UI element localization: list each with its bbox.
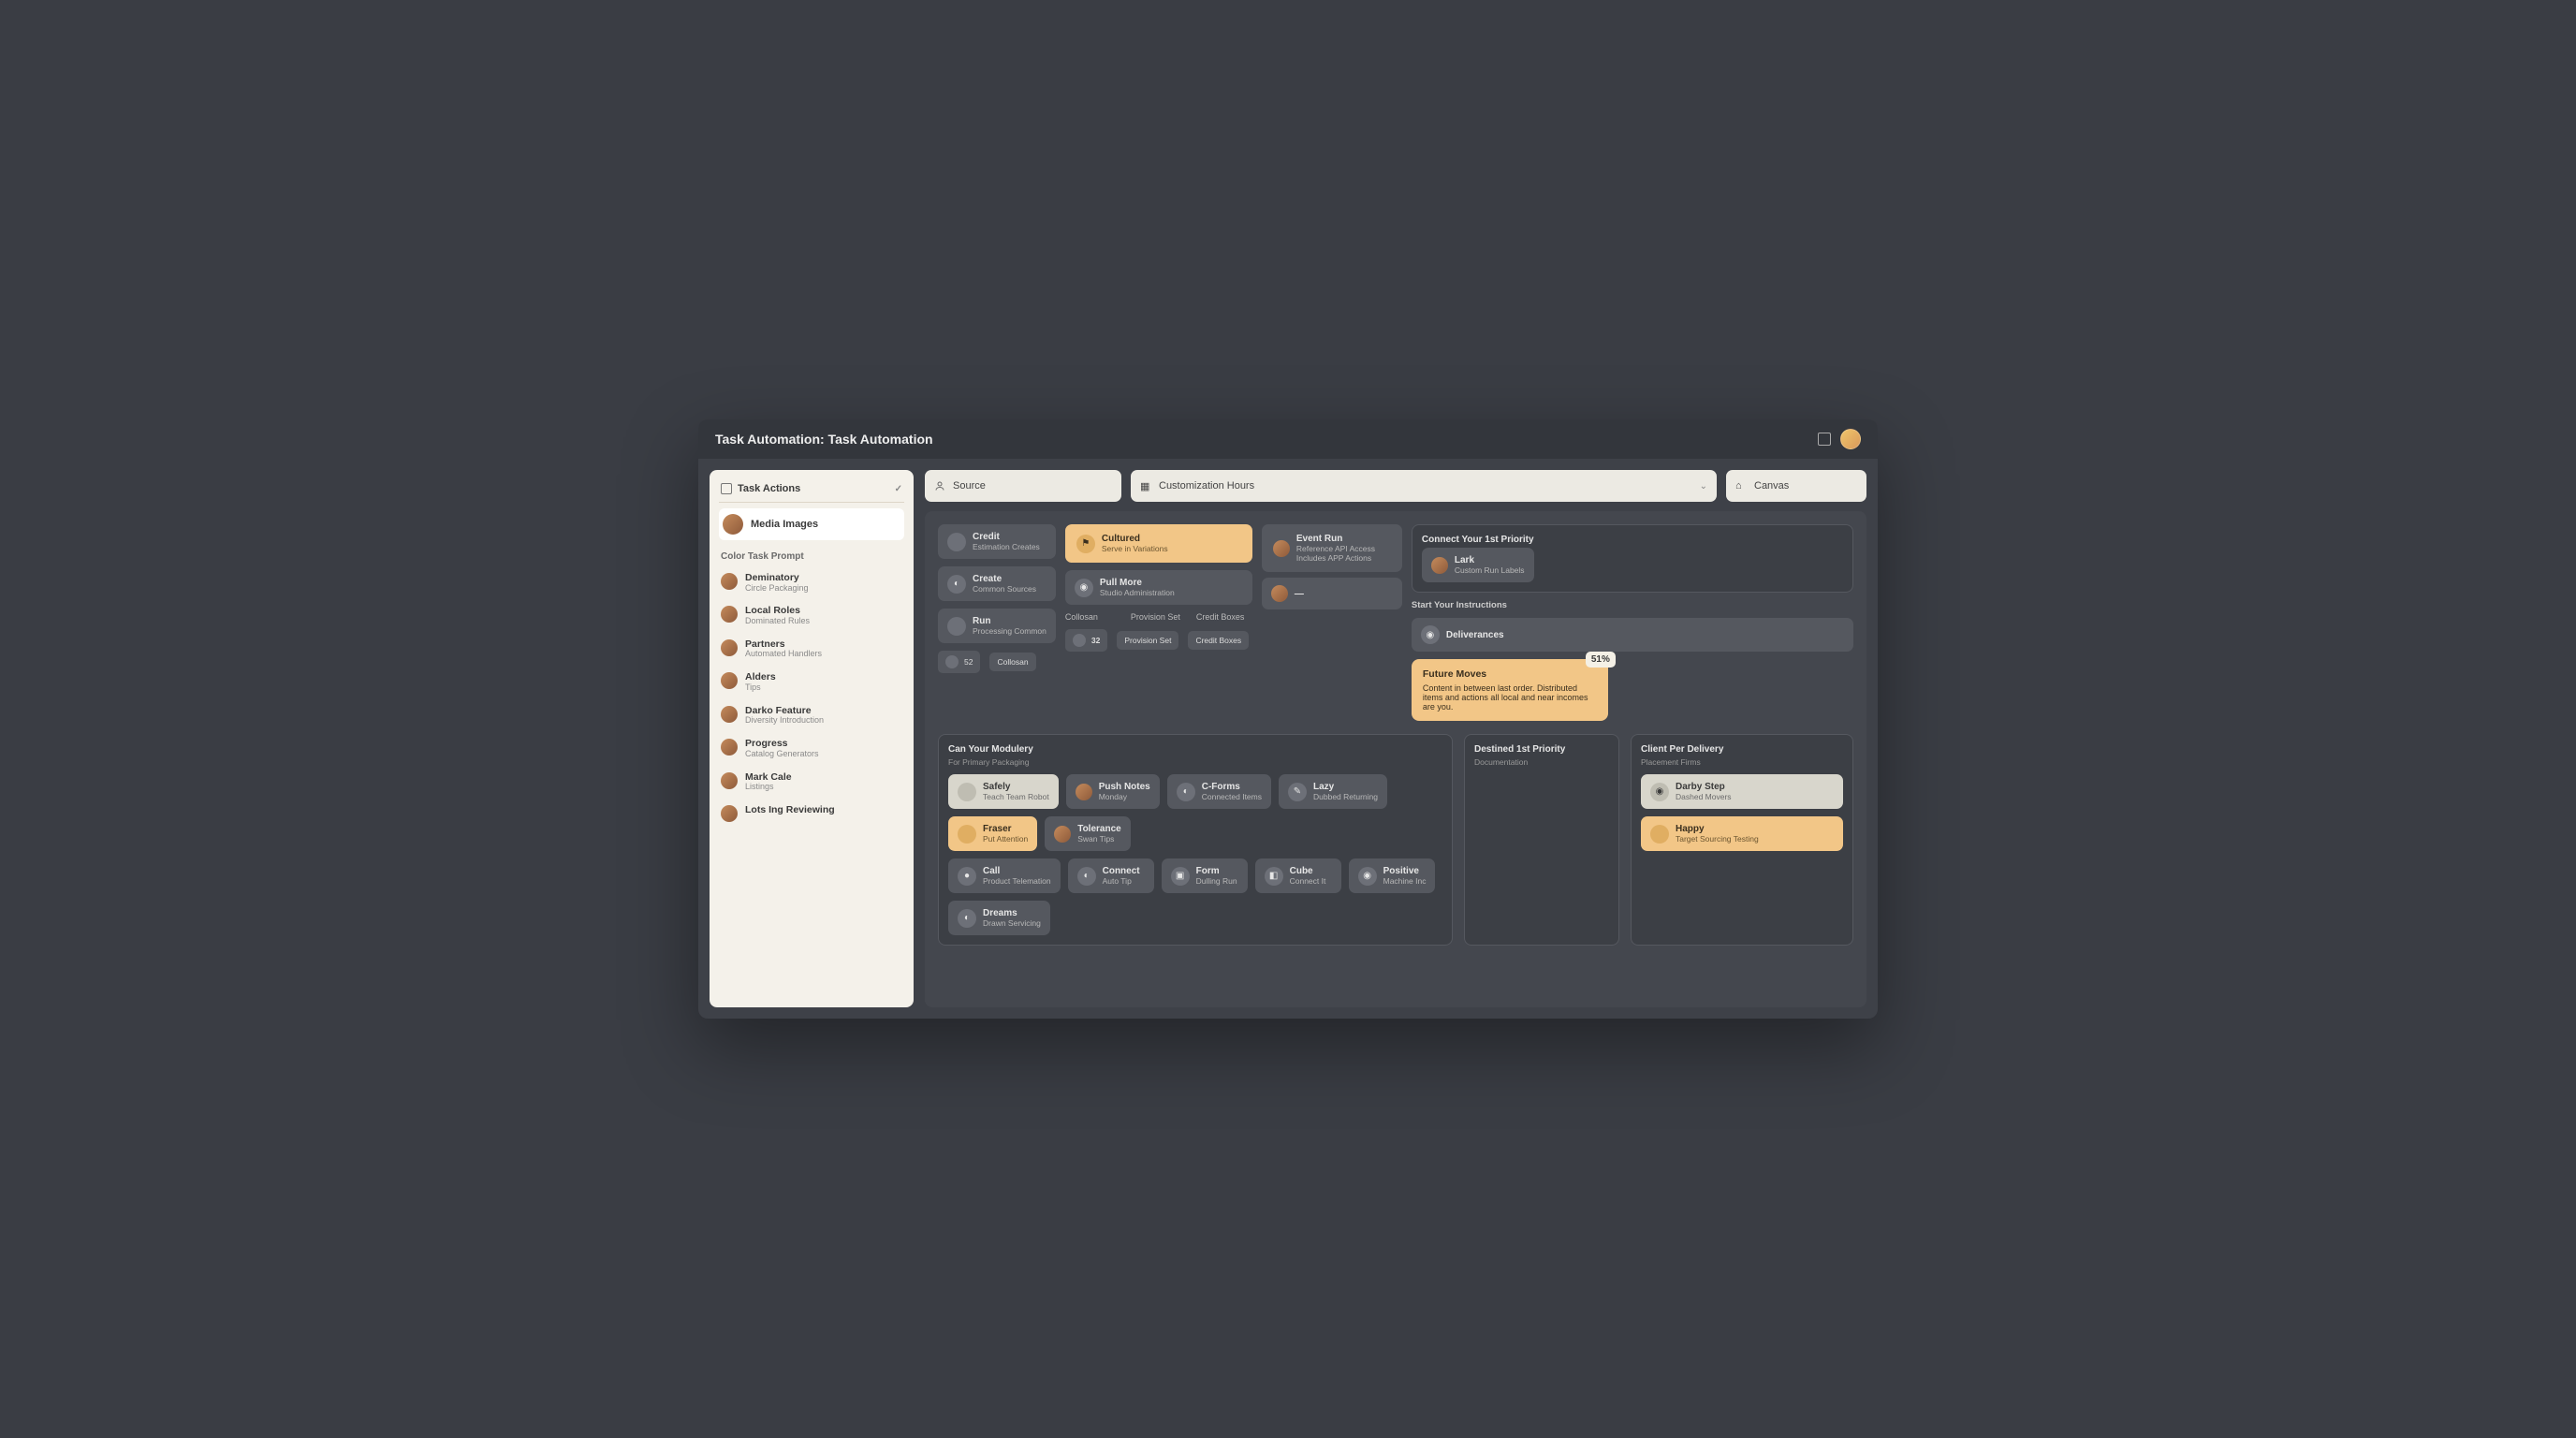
sidebar-section-label: Color Task Prompt <box>719 546 904 564</box>
cluster-panel: Destined 1st Priority Documentation <box>1464 734 1619 946</box>
titlebar: Task Automation: Task Automation <box>698 419 1878 459</box>
toolbar-source[interactable]: Source <box>925 470 1121 502</box>
circle-icon <box>947 533 966 551</box>
person-icon <box>934 480 945 492</box>
workflow-node[interactable]: ◐ CreateCommon Sources <box>938 566 1056 601</box>
section-label: Start Your Instructions <box>1412 600 1853 610</box>
circle-icon: ◐ <box>1177 783 1195 801</box>
circle-icon: ◉ <box>1650 783 1669 801</box>
sidebar-item[interactable]: DeminatoryCircle Packaging <box>719 569 904 596</box>
percent-badge: 51% <box>1586 652 1616 668</box>
workflow-canvas[interactable]: CreditEstimation Creates ◐ CreateCommon … <box>925 511 1866 1007</box>
avatar <box>721 639 738 656</box>
workflow-node[interactable]: — <box>1262 578 1402 609</box>
sidebar-item[interactable]: AldersTips <box>719 668 904 696</box>
flag-icon: ⚑ <box>1076 535 1095 553</box>
workflow-node[interactable]: Push NotesMonday <box>1066 774 1160 809</box>
window-control-icon[interactable] <box>1818 433 1831 446</box>
sidebar-item[interactable]: Lots Ing Reviewing <box>719 801 904 826</box>
avatar <box>721 706 738 723</box>
circle-icon: ◐ <box>1077 867 1096 886</box>
avatar <box>723 514 743 535</box>
circle-icon: ◉ <box>1358 867 1377 886</box>
avatar <box>1271 585 1288 602</box>
avatar <box>721 672 738 689</box>
circle-icon <box>958 825 976 844</box>
workflow-node[interactable]: SafelyTeach Team Robot <box>948 774 1059 809</box>
workflow-node[interactable]: ▣FormDulling Run <box>1162 858 1248 893</box>
document-icon <box>721 483 732 494</box>
workflow-node[interactable]: ◐C-FormsConnected Items <box>1167 774 1271 809</box>
sidebar-user[interactable]: Media Images <box>719 508 904 540</box>
workflow-node[interactable]: Event RunReference API AccessIncludes AP… <box>1262 524 1402 572</box>
workflow-node[interactable]: ◉ Deliverances <box>1412 618 1853 652</box>
sidebar-header: Task Actions ✓ <box>719 479 904 503</box>
sidebar-item[interactable]: ProgressCatalog Generators <box>719 735 904 762</box>
avatar <box>721 606 738 623</box>
avatar <box>1054 826 1071 843</box>
workflow-node[interactable]: LarkCustom Run Labels <box>1422 548 1534 582</box>
circle-icon <box>958 783 976 801</box>
workflow-node[interactable]: ◉Darby StepDashed Movers <box>1641 774 1843 809</box>
circle-icon: ◉ <box>1075 579 1093 597</box>
avatar <box>721 573 738 590</box>
workflow-node[interactable]: CreditEstimation Creates <box>938 524 1056 559</box>
workflow-node[interactable]: ◉ Pull MoreStudio Administration <box>1065 570 1252 605</box>
cube-icon: ◧ <box>1265 867 1283 886</box>
circle-icon: ◉ <box>1421 625 1440 644</box>
home-icon: ⌂ <box>1735 480 1747 492</box>
cluster-panel: Can Your Modulery For Primary Packaging … <box>938 734 1453 946</box>
cluster-panel: Client Per Delivery Placement Firms ◉Dar… <box>1631 734 1853 946</box>
pen-icon: ✎ <box>1288 783 1307 801</box>
avatar <box>1431 557 1448 574</box>
avatar <box>721 739 738 756</box>
circle-icon: ◐ <box>947 575 966 594</box>
workflow-node[interactable]: ◐DreamsDrawn Servicing <box>948 901 1050 935</box>
stat-pill: 52 <box>938 651 980 673</box>
circle-icon: ● <box>958 867 976 886</box>
chevron-icon[interactable]: ✓ <box>895 484 902 494</box>
avatar <box>1076 784 1092 800</box>
app-window: Task Automation: Task Automation Task Ac… <box>698 419 1878 1019</box>
user-avatar[interactable] <box>1840 429 1861 449</box>
sidebar-item[interactable]: Local RolesDominated Rules <box>719 602 904 629</box>
stat-pill: Credit Boxes <box>1188 631 1249 650</box>
workflow-node[interactable]: RunProcessing Common <box>938 609 1056 643</box>
circle-icon: ◐ <box>958 909 976 928</box>
cluster-panel: Connect Your 1st Priority LarkCustom Run… <box>1412 524 1853 593</box>
workflow-node[interactable]: ToleranceSwan Tips <box>1045 816 1131 851</box>
workflow-node[interactable]: ◧CubeConnect It <box>1255 858 1341 893</box>
form-icon: ▣ <box>1171 867 1190 886</box>
workflow-node[interactable]: ✎LazyDubbed Returning <box>1279 774 1387 809</box>
chevron-down-icon: ⌄ <box>1700 481 1707 492</box>
workflow-node[interactable]: ◉PositiveMachine Inc <box>1349 858 1436 893</box>
avatar <box>721 772 738 789</box>
circle-icon <box>947 617 966 636</box>
toolbar-customization[interactable]: ▦ Customization Hours ⌄ <box>1131 470 1717 502</box>
toolbar: Source ▦ Customization Hours ⌄ ⌂ Canvas <box>925 470 1866 502</box>
sidebar: Task Actions ✓ Media Images Color Task P… <box>710 470 914 1007</box>
window-title: Task Automation: Task Automation <box>715 432 933 447</box>
stat-pill: 32 <box>1065 629 1107 652</box>
workflow-node-highlight[interactable]: FraserPut Attention <box>948 816 1037 851</box>
stat-pill: Provision Set <box>1117 631 1178 650</box>
circle-icon <box>1650 825 1669 844</box>
sidebar-item[interactable]: Mark CaleListings <box>719 769 904 796</box>
grid-icon: ▦ <box>1140 480 1151 492</box>
workflow-node[interactable]: ◐ConnectAuto Tip <box>1068 858 1154 893</box>
dot-icon <box>1073 634 1086 647</box>
workflow-node-highlight[interactable]: ⚑ CulturedServe in Variations <box>1065 524 1252 563</box>
avatar <box>721 805 738 822</box>
avatar <box>1273 540 1290 557</box>
toolbar-canvas[interactable]: ⌂ Canvas <box>1726 470 1866 502</box>
sidebar-item[interactable]: PartnersAutomated Handlers <box>719 636 904 663</box>
stat-pill: Collosan <box>989 653 1035 671</box>
main: Source ▦ Customization Hours ⌄ ⌂ Canvas <box>925 470 1866 1007</box>
workflow-node[interactable]: ●CallProduct Telemation <box>948 858 1061 893</box>
callout-card[interactable]: 51% Future Moves Content in between last… <box>1412 659 1608 721</box>
sidebar-item[interactable]: Darko FeatureDiversity Introduction <box>719 702 904 729</box>
workflow-node-highlight[interactable]: HappyTarget Sourcing Testing <box>1641 816 1843 851</box>
